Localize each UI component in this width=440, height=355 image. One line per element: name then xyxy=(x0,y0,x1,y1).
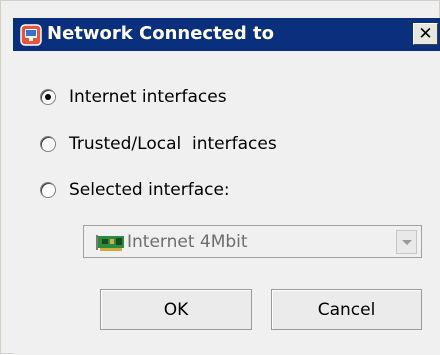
radio-selected-interface[interactable] xyxy=(40,182,56,198)
ok-button[interactable]: OK xyxy=(100,289,252,330)
option-label: Trusted/Local interfaces xyxy=(69,134,277,154)
window-title: Network Connected to xyxy=(47,23,275,44)
close-icon: ✕ xyxy=(418,24,433,44)
option-label: Selected interface: xyxy=(69,180,230,200)
dialog-body: Internet interfaces Trusted/Local interf… xyxy=(13,51,440,355)
app-network-icon xyxy=(20,24,42,46)
option-selected-interface[interactable]: Selected interface: xyxy=(40,178,230,202)
interface-select-value: Internet 4Mbit xyxy=(127,232,248,252)
interface-select[interactable]: Internet 4Mbit xyxy=(83,225,422,258)
chevron-down-icon[interactable] xyxy=(396,230,417,254)
option-internet-interfaces[interactable]: Internet interfaces xyxy=(40,85,227,109)
option-trusted-local-interfaces[interactable]: Trusted/Local interfaces xyxy=(40,132,277,156)
close-button[interactable]: ✕ xyxy=(413,23,438,45)
option-label: Internet interfaces xyxy=(69,87,227,107)
title-bar[interactable]: Network Connected to ✕ xyxy=(13,18,440,51)
network-card-icon xyxy=(96,234,126,251)
radio-trusted-local-interfaces[interactable] xyxy=(40,136,56,152)
radio-internet-interfaces[interactable] xyxy=(40,89,56,105)
cancel-button[interactable]: Cancel xyxy=(271,289,422,330)
dialog-window: Network Connected to ✕ Internet interfac… xyxy=(0,0,440,355)
